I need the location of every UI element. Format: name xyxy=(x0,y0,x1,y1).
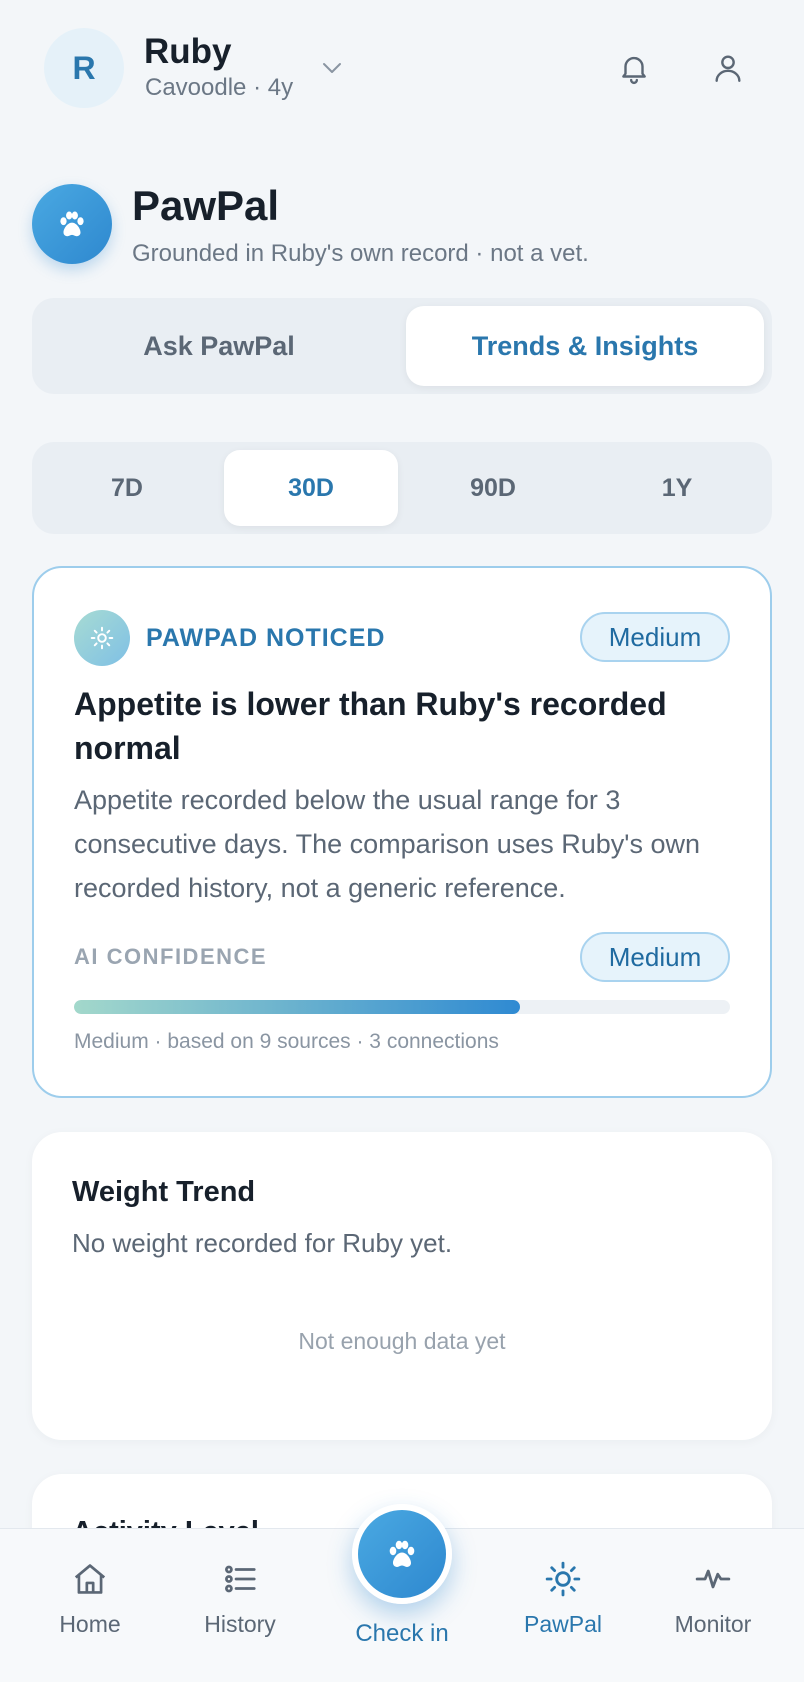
pawpal-title-block: PawPal Grounded in Ruby's own record · n… xyxy=(32,182,772,274)
severity-badge: Medium xyxy=(580,612,730,662)
page-title: PawPal xyxy=(132,182,280,229)
nav-pawpal-label: PawPal xyxy=(524,1611,602,1637)
chevron-down-icon[interactable] xyxy=(320,56,344,80)
home-icon xyxy=(15,1559,165,1599)
insight-title: Appetite is lower than Ruby's recorded n… xyxy=(74,686,667,766)
nav-history[interactable]: History xyxy=(165,1559,315,1649)
user-icon[interactable] xyxy=(708,48,748,88)
weight-empty-state: Not enough data yet xyxy=(298,1328,506,1354)
tab-ask-pawpal[interactable]: Ask PawPal xyxy=(40,306,398,386)
confidence-label: AI CONFIDENCE xyxy=(74,944,268,969)
weight-trend-title: Weight Trend xyxy=(72,1176,256,1208)
range-7d[interactable]: 7D xyxy=(40,450,214,526)
sparkle-icon xyxy=(74,610,130,666)
confidence-note: Medium · based on 9 sources · 3 connecti… xyxy=(74,1030,499,1053)
checkin-label[interactable]: Check in xyxy=(327,1620,477,1648)
list-icon xyxy=(165,1559,315,1599)
confidence-badge: Medium xyxy=(580,932,730,982)
nav-home-label: Home xyxy=(59,1611,121,1637)
mode-tabs: Ask PawPal Trends & Insights xyxy=(32,298,772,394)
range-30d[interactable]: 30D xyxy=(224,450,398,526)
paw-icon xyxy=(32,184,112,264)
page-subtitle: Grounded in Ruby's own record · not a ve… xyxy=(132,240,589,267)
checkin-button[interactable] xyxy=(352,1504,452,1604)
nav-monitor-label: Monitor xyxy=(674,1611,752,1637)
nav-history-label: History xyxy=(204,1611,276,1637)
sparkle-icon xyxy=(488,1559,638,1599)
range-90d[interactable]: 90D xyxy=(406,450,580,526)
confidence-bar-fill xyxy=(74,1000,521,1014)
pet-breed-age: Cavoodle · 4y xyxy=(145,74,294,101)
insight-body: Appetite recorded below the usual range … xyxy=(74,785,700,903)
insight-eyebrow: PAWPAD NOTICED xyxy=(146,624,386,652)
insight-card[interactable]: PAWPAD NOTICED Medium Appetite is lower … xyxy=(32,566,772,1098)
tab-trends-insights[interactable]: Trends & Insights xyxy=(406,306,764,386)
bell-icon[interactable] xyxy=(614,48,654,88)
pet-header: R Ruby Cavoodle · 4y xyxy=(44,28,760,108)
paw-icon xyxy=(384,1536,420,1572)
weight-trend-subtitle: No weight recorded for Ruby yet. xyxy=(72,1228,453,1258)
confidence-bar xyxy=(74,1000,730,1014)
weight-trend-card[interactable]: Weight Trend No weight recorded for Ruby… xyxy=(32,1132,772,1440)
range-1y[interactable]: 1Y xyxy=(590,450,764,526)
nav-monitor[interactable]: Monitor xyxy=(638,1559,788,1649)
nav-pawpal[interactable]: PawPal xyxy=(488,1559,638,1649)
pulse-icon xyxy=(638,1559,788,1599)
nav-home[interactable]: Home xyxy=(15,1559,165,1649)
pet-name[interactable]: Ruby xyxy=(144,32,232,72)
pet-avatar[interactable]: R xyxy=(44,28,124,108)
range-selector: 7D 30D 90D 1Y xyxy=(32,442,772,534)
